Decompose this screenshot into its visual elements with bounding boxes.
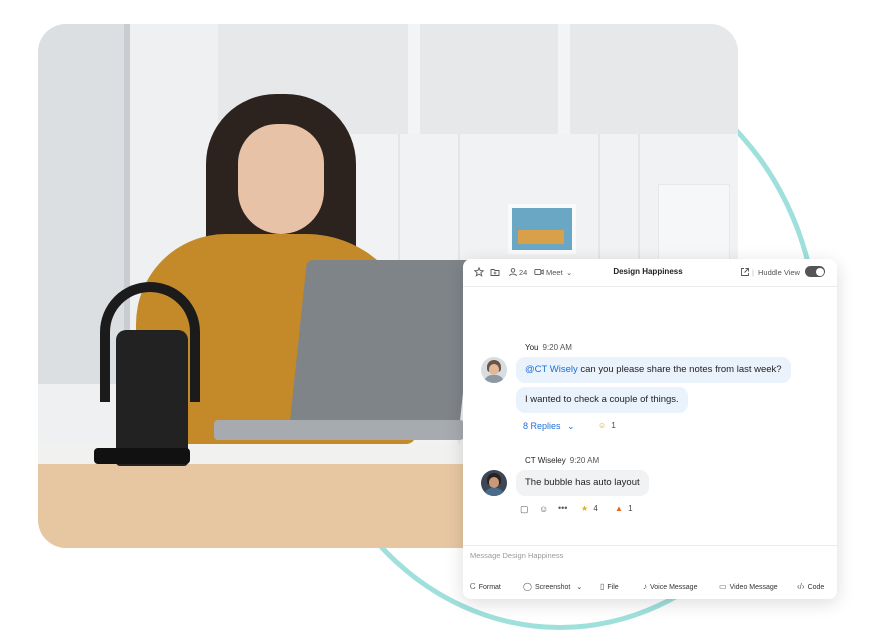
- avatar[interactable]: [481, 357, 507, 383]
- sender-name[interactable]: CT Wiseley: [525, 456, 566, 465]
- reaction-count: 1: [611, 421, 616, 430]
- mention-link[interactable]: @CT Wisely: [525, 364, 578, 375]
- message-text: The bubble has auto layout: [525, 477, 640, 488]
- avatar[interactable]: [481, 470, 507, 496]
- photo-headset-base: [94, 448, 190, 464]
- replies-count: 8 Replies: [523, 421, 561, 431]
- message-composer[interactable]: Message Design Happiness Ꮯ Format ◯ Screen…: [463, 545, 837, 599]
- sender-name[interactable]: You: [525, 343, 539, 352]
- video-message-button[interactable]: ▭ Video Message: [719, 582, 778, 591]
- photo-beam: [408, 24, 420, 134]
- photo-painting: [508, 204, 576, 254]
- voice-message-label: Voice Message: [650, 584, 698, 591]
- video-message-label: Video Message: [729, 584, 778, 591]
- more-options-icon[interactable]: •••: [558, 503, 567, 513]
- star-icon[interactable]: [474, 267, 484, 277]
- message-text: can you please share the notes from last…: [577, 364, 782, 375]
- add-reaction-icon[interactable]: ☺: [539, 504, 548, 514]
- avatar-body: [484, 488, 504, 496]
- fire-reaction-icon: ▲: [615, 504, 623, 513]
- huddle-view-label: Huddle View: [758, 268, 800, 277]
- photo-laptop-screen: [289, 260, 477, 430]
- message-bubble[interactable]: @CT Wisely can you please share the note…: [516, 357, 791, 383]
- format-label: Format: [478, 584, 501, 591]
- avatar-body: [484, 375, 504, 383]
- format-button[interactable]: Ꮯ Format: [470, 582, 501, 592]
- file-icon: ▯: [600, 582, 605, 591]
- message-text: I wanted to check a couple of things.: [525, 394, 679, 405]
- message-time: 9:20 AM: [569, 456, 600, 465]
- video-camera-icon[interactable]: [534, 267, 544, 277]
- reaction-count: 1: [628, 504, 633, 513]
- code-button[interactable]: ‹/› Code: [797, 582, 824, 591]
- chevron-down-icon: ⌄: [567, 421, 575, 431]
- video-camera-icon: ▭: [719, 582, 727, 591]
- photo-person-face: [238, 124, 324, 234]
- folder-icon[interactable]: [490, 267, 500, 277]
- screenshot-icon: ◯: [523, 582, 532, 591]
- members-icon[interactable]: [508, 267, 518, 277]
- message-time: 9:20 AM: [542, 343, 572, 352]
- meet-button[interactable]: Meet: [546, 268, 563, 277]
- header-divider: |: [752, 268, 754, 277]
- screenshot-label: Screenshot: [534, 584, 571, 591]
- chevron-down-icon[interactable]: ⌄: [576, 584, 582, 591]
- reply-thread-icon[interactable]: ▢: [520, 504, 529, 515]
- message-sender: You 9:20 AM: [525, 343, 572, 352]
- photo-beam: [558, 24, 570, 134]
- message-bubble[interactable]: The bubble has auto layout: [516, 470, 649, 496]
- file-label: File: [607, 584, 619, 591]
- replies-link[interactable]: 8 Replies ⌄: [523, 421, 575, 432]
- member-count[interactable]: 24: [519, 268, 527, 277]
- reaction-fire[interactable]: ▲ 1: [615, 504, 633, 513]
- huddle-view-toggle[interactable]: [805, 266, 825, 277]
- screenshot-button[interactable]: ◯ Screenshot ⌄: [523, 582, 582, 591]
- channel-title: Design Happiness: [613, 267, 683, 276]
- chat-header: 24 Meet ⌄ Design Happiness | Huddle View: [463, 259, 837, 287]
- avatar-face: [489, 364, 499, 375]
- code-icon: ‹/›: [797, 582, 805, 591]
- popout-icon[interactable]: [740, 267, 750, 277]
- file-button[interactable]: ▯ File: [600, 582, 619, 591]
- microphone-icon: ♪: [643, 582, 647, 591]
- message-input[interactable]: Message Design Happiness: [470, 551, 563, 560]
- star-reaction-icon: ★: [581, 504, 589, 513]
- reaction-emoji[interactable]: ☺ 1: [598, 421, 616, 430]
- photo-laptop-base: [214, 420, 464, 440]
- chevron-down-icon[interactable]: ⌄: [566, 268, 572, 277]
- chat-window: 24 Meet ⌄ Design Happiness | Huddle View…: [463, 259, 837, 599]
- message-sender: CT Wiseley 9:20 AM: [525, 456, 599, 465]
- avatar-face: [489, 477, 499, 488]
- code-label: Code: [807, 584, 825, 591]
- voice-message-button[interactable]: ♪ Voice Message: [643, 582, 697, 591]
- emoji-icon: ☺: [598, 421, 607, 430]
- reaction-star[interactable]: ★ 4: [581, 504, 598, 513]
- reaction-count: 4: [593, 504, 598, 513]
- message-bubble[interactable]: I wanted to check a couple of things.: [516, 387, 688, 413]
- photo-headset-stand: [116, 330, 188, 466]
- format-icon: Ꮯ: [470, 582, 476, 591]
